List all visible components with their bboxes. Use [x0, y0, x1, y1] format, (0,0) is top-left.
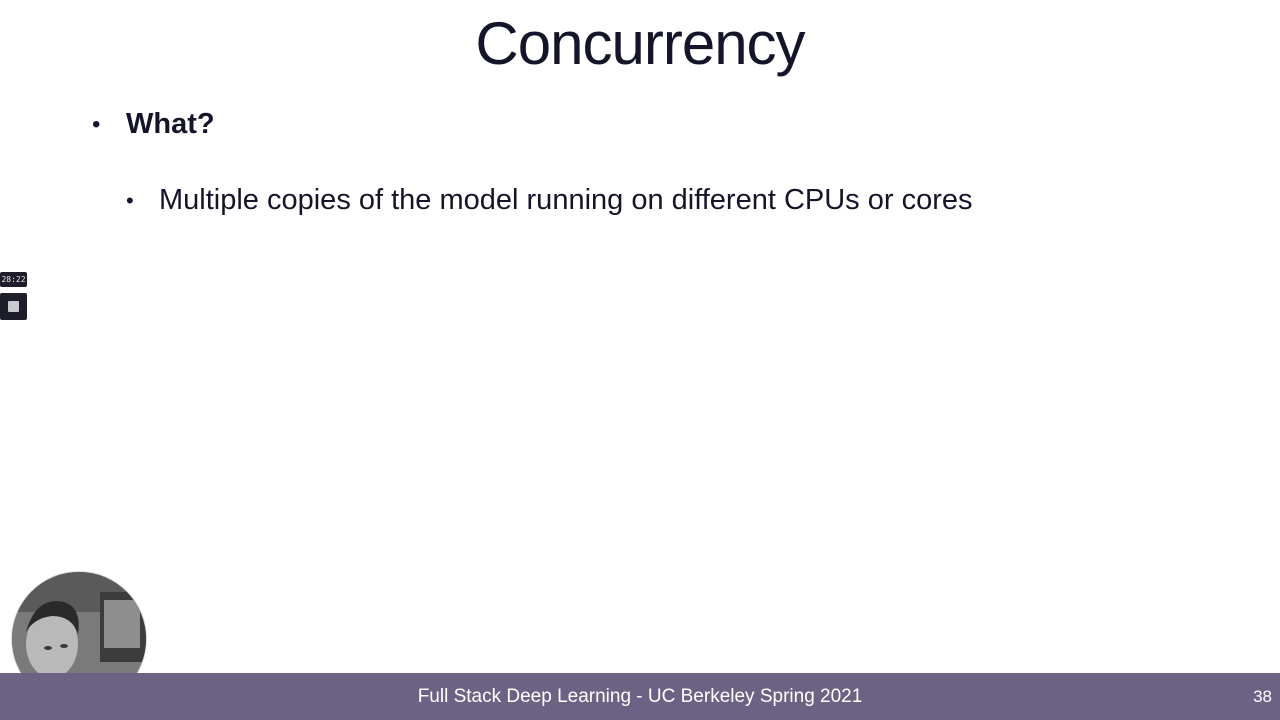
stop-icon	[8, 301, 19, 312]
bullet-item: • What?	[92, 108, 215, 141]
stop-recording-button[interactable]	[0, 293, 27, 320]
recording-timer: 28:22	[0, 272, 27, 287]
page-number: 38	[1253, 687, 1272, 706]
sub-bullet-text: Multiple copies of the model running on …	[159, 184, 973, 216]
slide-title: Concurrency	[475, 10, 805, 77]
slide: Concurrency • What? • Multiple copies of…	[0, 0, 1280, 720]
sub-bullet-item: • Multiple copies of the model running o…	[126, 184, 973, 217]
bullet-dot-icon: •	[92, 110, 101, 138]
bullet-dot-icon: •	[126, 187, 134, 213]
bullet-text: What?	[126, 108, 215, 140]
footer-text: Full Stack Deep Learning - UC Berkeley S…	[417, 686, 863, 707]
footer-bar: Full Stack Deep Learning - UC Berkeley S…	[0, 673, 1280, 720]
